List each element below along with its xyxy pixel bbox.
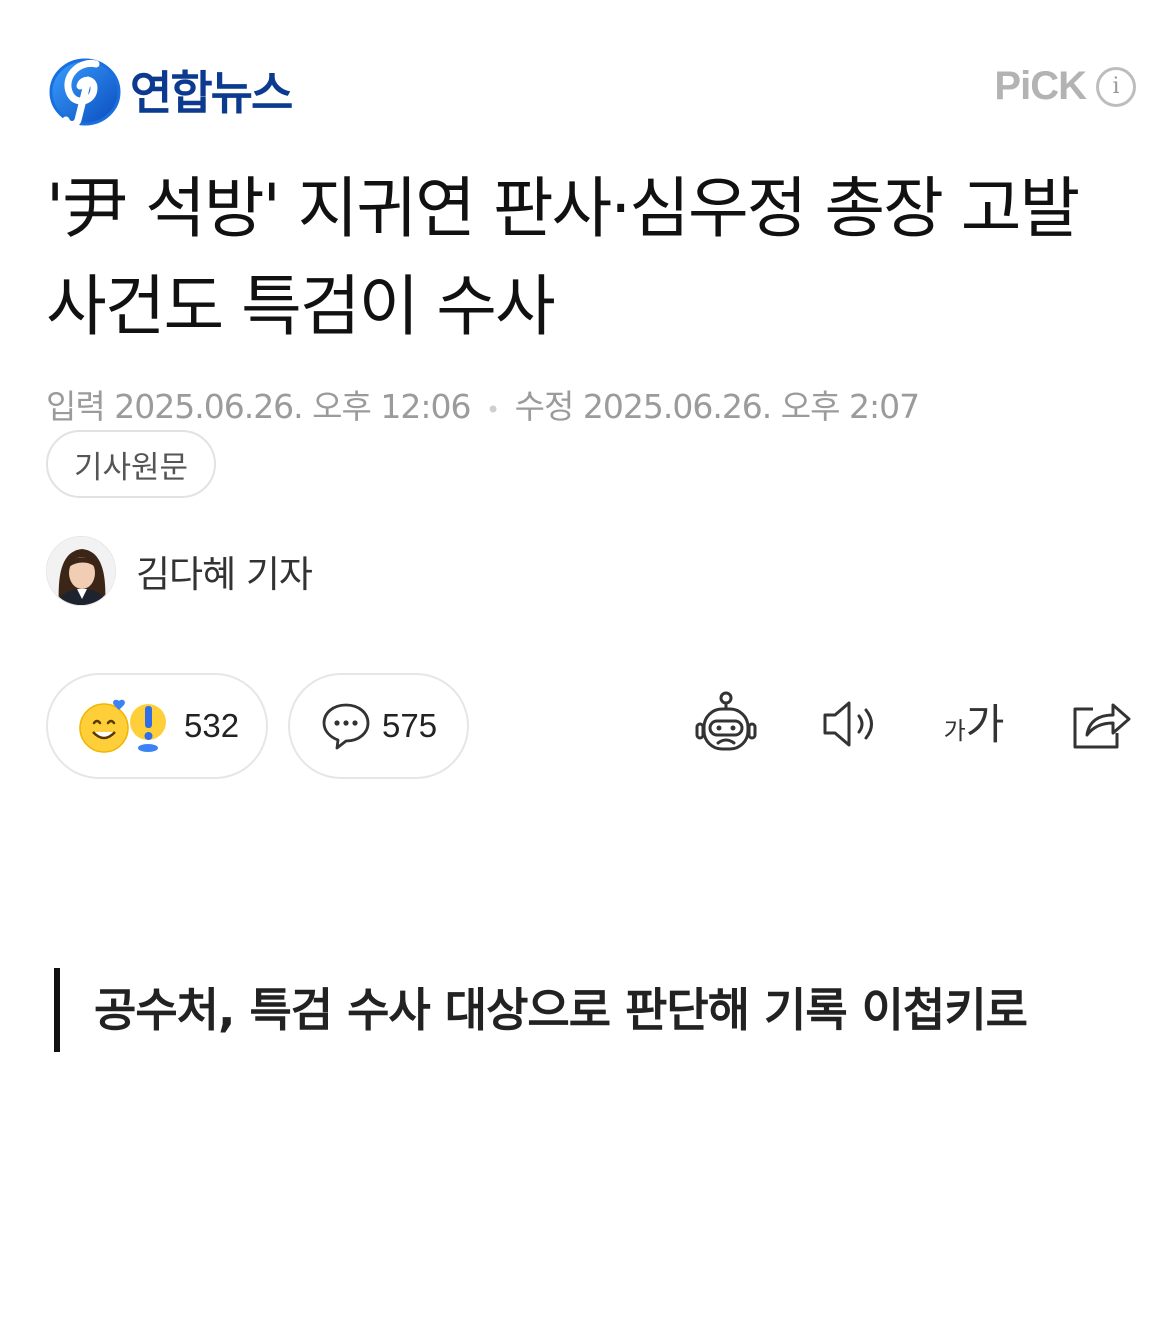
comment-count: 575 <box>382 707 438 744</box>
separator-dot: • <box>485 396 500 424</box>
article-dates: 입력 2025.06.26. 오후 12:06 • 수정 2025.06.26.… <box>46 380 920 428</box>
press-logo[interactable]: 연합뉴스 <box>48 48 293 132</box>
reaction-button[interactable]: 532 <box>46 673 268 779</box>
article-subhead: 공수처, 특검 수사 대상으로 판단해 기록 이첩키로 <box>54 968 1084 1052</box>
share-icon[interactable] <box>1064 688 1136 760</box>
edit-label: 수정 <box>514 387 575 426</box>
edit-date: 2025.06.26. 오후 2:07 <box>582 387 920 426</box>
yonhap-logo-icon <box>49 58 121 128</box>
reaction-count: 532 <box>184 707 240 744</box>
reaction-emoji-icon <box>79 699 166 753</box>
input-label: 입력 <box>46 387 106 426</box>
reporter-name: 김다혜 기자 <box>136 553 313 596</box>
article-headline: '尹 석방' 지귀연 판사·심우정 총장 고발 사건도 특검이 수사 <box>46 170 1080 345</box>
speaker-icon[interactable] <box>815 688 887 760</box>
comment-icon <box>322 703 370 750</box>
font-large-label: 가 <box>965 700 1005 749</box>
font-small-label: 가 <box>943 717 966 745</box>
original-article-button[interactable]: 기사원문 <box>46 430 217 498</box>
press-name: 연합뉴스 <box>130 66 293 120</box>
input-date: 2025.06.26. 오후 12:06 <box>114 387 471 426</box>
summary-bot-icon[interactable] <box>690 688 762 760</box>
reporter-info[interactable]: 김다혜 기자 <box>46 536 313 606</box>
info-icon[interactable]: i <box>1096 66 1136 107</box>
font-size-icon[interactable]: 가 가 <box>934 688 1014 760</box>
pick-label: PiCK <box>994 64 1087 108</box>
comment-button[interactable]: 575 <box>288 673 469 779</box>
reporter-avatar <box>46 536 116 606</box>
header: 연합뉴스 PiCK i <box>48 48 1136 132</box>
pick-badge[interactable]: PiCK i <box>994 64 1136 109</box>
